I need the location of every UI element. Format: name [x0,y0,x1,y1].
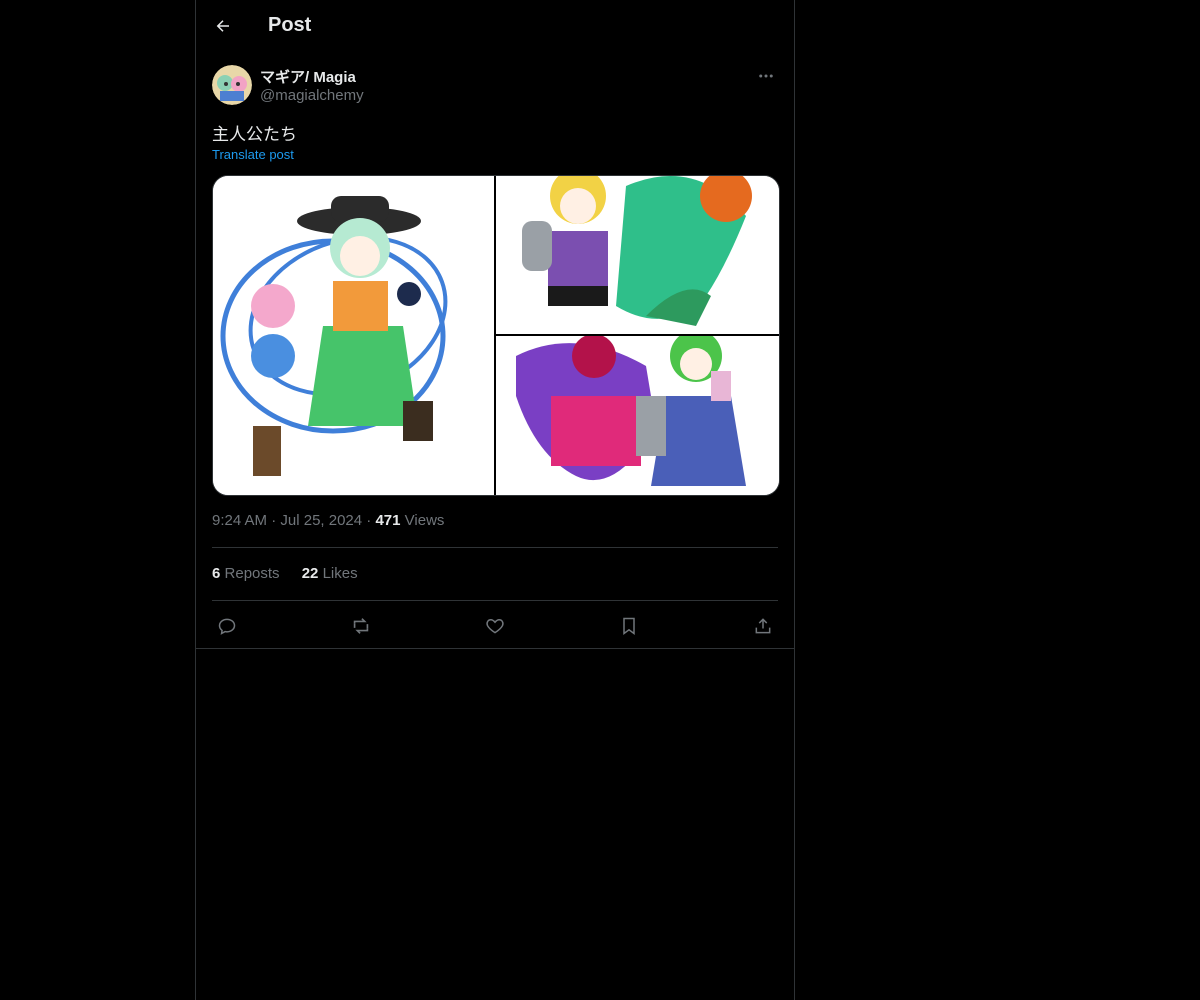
engagement-stats: 6 Reposts 22 Likes [212,565,376,582]
more-options-button[interactable] [754,64,778,88]
views-count: 471 [375,512,401,529]
post-column: Post マギア/ Magia @magialchemy 主人公たち Trans… [195,0,795,1000]
repost-icon [353,618,369,634]
back-button[interactable] [208,11,238,41]
action-bar [212,612,778,640]
likes-stat[interactable]: 22 Likes [302,565,358,582]
likes-label: Likes [322,565,358,582]
reposts-count: 6 [212,565,221,582]
bookmark-icon [623,617,635,635]
reposts-label: Reposts [224,565,280,582]
like-icon [486,618,504,634]
like-button[interactable] [480,612,510,640]
likes-count: 22 [301,565,319,582]
repost-button[interactable] [346,612,376,640]
reposts-stat[interactable]: 6 Reposts [212,565,280,582]
post-bottom-border [196,648,794,649]
author-display-name[interactable]: マギア/ Magia [260,66,356,87]
media-image-3[interactable] [496,336,779,495]
share-button[interactable] [748,612,778,640]
reply-button[interactable] [212,612,242,640]
author-handle[interactable]: @magialchemy [260,87,364,104]
post-time[interactable]: 9:24 AM [212,512,267,529]
media-image-1[interactable] [213,176,494,495]
post-media-grid [212,175,780,496]
arrow-left-icon [216,20,229,32]
more-horizontal-icon [759,74,773,78]
media-image-2[interactable] [496,176,779,334]
divider [212,600,778,601]
share-icon [755,618,771,634]
top-bar: Post [196,0,794,53]
divider [212,547,778,548]
post-timestamp: 9:24 AM · Jul 25, 2024 · 471 Views [212,512,444,529]
page-title: Post [268,14,312,36]
post-author: マギア/ Magia @magialchemy [212,64,778,108]
post-text: 主人公たち [212,125,297,144]
views-label: Views [404,512,445,529]
separator-dot: · [271,512,281,529]
bookmark-button[interactable] [614,612,644,640]
avatar[interactable] [212,65,252,105]
reply-icon [218,618,236,635]
translate-post-link[interactable]: Translate post [212,147,294,162]
post-date[interactable]: Jul 25, 2024 [280,512,362,529]
